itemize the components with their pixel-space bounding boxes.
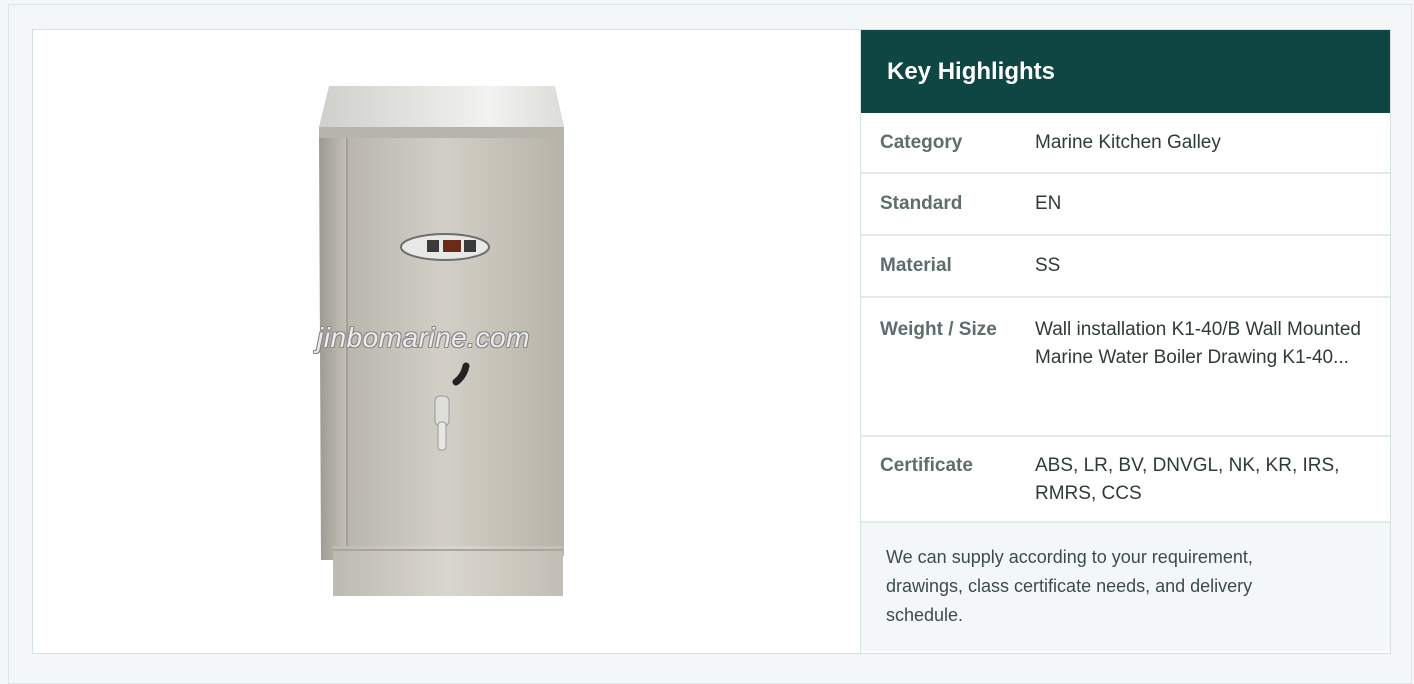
highlight-row-weight-size: Weight / Size Wall installation K1-40/B … (861, 298, 1390, 437)
row-value: ABS, LR, BV, DNVGL, NK, KR, IRS, RMRS, C… (1035, 455, 1340, 504)
row-value: Wall installation K1-40/B Wall Mounted M… (1035, 319, 1361, 368)
watermark-text: jinbomarine.com (317, 322, 530, 353)
highlight-row-certificate: Certificate ABS, LR, BV, DNVGL, NK, KR, … (861, 437, 1390, 523)
key-highlights-panel: Key Highlights Category Marine Kitchen G… (861, 30, 1390, 653)
highlight-row-category: Category Marine Kitchen Galley (861, 113, 1390, 174)
highlight-row-material: Material SS (861, 236, 1390, 298)
row-value: SS (1035, 255, 1061, 276)
panel-title: Key Highlights (861, 30, 1390, 113)
supply-note: We can supply according to your requirem… (861, 523, 1390, 651)
row-label: Material (880, 255, 952, 276)
row-value: Marine Kitchen Galley (1035, 131, 1221, 153)
product-card: jinbomarine.com Key Highlights Category … (32, 29, 1391, 654)
row-label: Weight / Size (880, 319, 997, 340)
row-value: EN (1035, 193, 1062, 214)
row-label: Standard (880, 193, 963, 214)
row-label: Category (880, 131, 963, 153)
product-image-pane: jinbomarine.com (33, 30, 861, 653)
highlight-row-standard: Standard EN (861, 174, 1390, 236)
row-label: Certificate (880, 455, 973, 476)
